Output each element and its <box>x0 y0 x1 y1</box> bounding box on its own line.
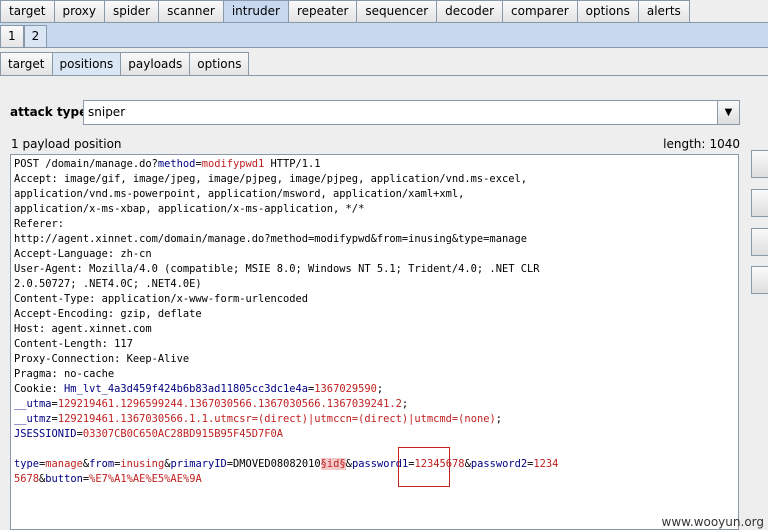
cookie-value: 129219461.1367030566.1.1.utmcsr=(direct)… <box>57 413 496 425</box>
tab-repeater[interactable]: repeater <box>288 0 358 22</box>
cookie-value: 129219461.1296599244.1367030566.13670305… <box>57 398 402 410</box>
param-name: method <box>157 158 196 170</box>
header-accept-language: Accept-Language: zh-cn <box>14 248 152 260</box>
tab-decoder[interactable]: decoder <box>437 0 504 22</box>
body-param-value: inusing <box>120 458 165 470</box>
clear-markers-button[interactable] <box>751 189 768 217</box>
tab-spider[interactable]: spider <box>104 0 160 22</box>
attack-type-select[interactable]: sniper ▼ <box>83 100 740 125</box>
sub-tab-bar: target positions payloads options <box>0 49 768 76</box>
request-line-path: POST /domain/manage.do? <box>14 158 158 170</box>
cookie-value: 03307CB0C650AC28BD915B95F45D7F0A <box>82 428 284 440</box>
header-user-agent-cont: 2.0.50727; .NET4.0C; .NET4.0E) <box>14 278 202 290</box>
header-referer-url: http://agent.xinnet.com/domain/manage.do… <box>14 233 527 245</box>
tab-alerts[interactable]: alerts <box>638 0 690 22</box>
tab-options[interactable]: options <box>577 0 639 22</box>
header-referer: Referer: <box>14 218 65 230</box>
auto-marker-button[interactable] <box>751 228 768 256</box>
subtab-target[interactable]: target <box>0 52 53 75</box>
main-tab-bar: target proxy spider scanner intruder rep… <box>0 0 768 23</box>
body-param-name: primaryID <box>170 458 227 470</box>
tab-proxy[interactable]: proxy <box>54 0 105 22</box>
length-label: length: <box>663 137 706 151</box>
header-pragma: Pragma: no-cache <box>14 368 115 380</box>
request-editor[interactable]: POST /domain/manage.do?method=modifypwd1… <box>10 154 739 530</box>
attack-type-value: sniper <box>88 105 126 119</box>
cookie-name: JSESSIONID <box>14 428 77 440</box>
attack-tab-1[interactable]: 1 <box>0 25 24 47</box>
body-param-value: DMOVED08082010 <box>233 458 321 470</box>
header-accept-encoding: Accept-Encoding: gzip, deflate <box>14 308 202 320</box>
cookie-name: __utma <box>14 398 52 410</box>
subtab-options[interactable]: options <box>190 52 250 75</box>
attack-type-label: attack type <box>10 105 88 119</box>
body-param-name: from <box>89 458 115 470</box>
cookie-name: __utmz <box>14 413 52 425</box>
attack-tab-bar: 1 2 <box>0 23 768 48</box>
add-marker-button[interactable] <box>751 150 768 178</box>
chevron-down-icon[interactable]: ▼ <box>717 101 739 124</box>
request-text[interactable]: POST /domain/manage.do?method=modifypwd1… <box>14 157 558 487</box>
header-proxy-connection: Proxy-Connection: Keep-Alive <box>14 353 190 365</box>
subtab-positions[interactable]: positions <box>52 52 122 75</box>
header-user-agent: User-Agent: Mozilla/4.0 (compatible; MSI… <box>14 263 540 275</box>
body-param-value-cont: 5678 <box>14 473 40 485</box>
length-value: 1040 <box>709 137 740 151</box>
tab-sequencer[interactable]: sequencer <box>357 0 438 22</box>
tab-target[interactable]: target <box>0 0 55 22</box>
cookie-value: 1367029590 <box>314 383 377 395</box>
body-param-name: password2 <box>470 458 528 470</box>
tab-intruder[interactable]: intruder <box>223 0 289 22</box>
request-length: length: 1040 <box>663 137 740 151</box>
tab-scanner[interactable]: scanner <box>159 0 224 22</box>
payload-position-marker[interactable]: §id§ <box>320 458 346 470</box>
body-param-value: manage <box>45 458 83 470</box>
body-param-name: button <box>45 473 83 485</box>
header-host: Host: agent.xinnet.com <box>14 323 152 335</box>
watermark: www.wooyun.org <box>661 515 764 529</box>
param-value: modifypwd1 <box>201 158 265 170</box>
header-cookie: Cookie: <box>14 383 65 395</box>
request-protocol: HTTP/1.1 <box>264 158 321 170</box>
header-accept-cont: application/vnd.ms-powerpoint, applicati… <box>14 188 465 200</box>
tab-comparer[interactable]: comparer <box>503 0 578 22</box>
body-param-name: type <box>14 458 40 470</box>
header-accept-cont: application/x-ms-xbap, application/x-ms-… <box>14 203 365 215</box>
header-content-length: Content-Length: 117 <box>14 338 133 350</box>
header-accept: Accept: image/gif, image/jpeg, image/pjp… <box>14 173 527 185</box>
cookie-name: Hm_lvt_4a3d459f424b6b83ad11805cc3dc1e4a <box>64 383 309 395</box>
refresh-button[interactable] <box>751 266 768 294</box>
annotation-highlight-box <box>398 447 450 487</box>
subtab-payloads[interactable]: payloads <box>121 52 191 75</box>
body-param-value: %E7%A1%AE%E5%AE%9A <box>89 473 202 485</box>
attack-tab-2[interactable]: 2 <box>23 25 48 47</box>
header-content-type: Content-Type: application/x-www-form-url… <box>14 293 309 305</box>
body-param-value: 1234 <box>533 458 559 470</box>
payload-position-count: 1 payload position <box>11 137 122 151</box>
